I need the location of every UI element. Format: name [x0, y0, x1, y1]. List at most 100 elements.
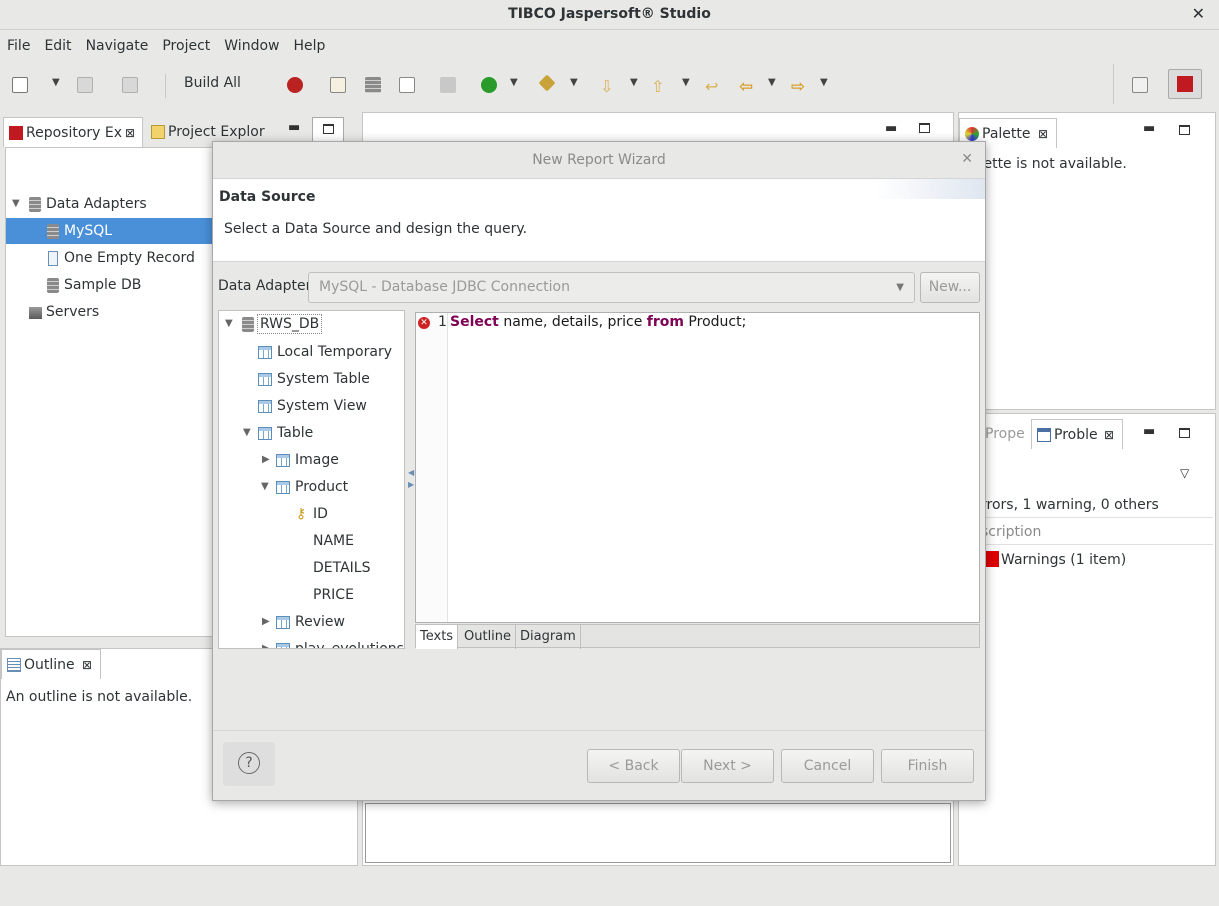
help-button[interactable]: ?: [223, 742, 275, 786]
new-adapter-button[interactable]: New...: [920, 272, 980, 303]
header-banner-graphic: [875, 179, 985, 199]
jaspersoft-icon: [1177, 76, 1193, 92]
problems-panel: Prope Proble ⊠ ▬ ▽ rrors, 1 warning, 0 o…: [958, 413, 1216, 866]
status-bar: [0, 868, 1219, 906]
run-dropdown-icon[interactable]: ▼: [510, 77, 518, 88]
sql-query-line[interactable]: Select name, details, price from Product…: [450, 314, 746, 330]
window-close-button[interactable]: ✕: [1192, 4, 1205, 23]
save-icon[interactable]: [77, 77, 93, 93]
dialog-close-icon[interactable]: ✕: [961, 151, 973, 167]
forward-dropdown-icon[interactable]: ▼: [820, 77, 828, 88]
menu-navigate[interactable]: Navigate: [79, 33, 156, 59]
forward-arrow-icon[interactable]: ⇨: [791, 77, 807, 97]
table-icon: [258, 346, 272, 359]
run-icon[interactable]: [481, 77, 497, 93]
minimize-icon[interactable]: ▬: [1143, 121, 1155, 136]
back-arrow-icon[interactable]: ⇦: [739, 77, 755, 97]
expand-toggle-icon[interactable]: ▶: [262, 447, 270, 473]
tab-texts[interactable]: Texts: [416, 625, 459, 649]
expand-toggle-icon[interactable]: ▼: [12, 191, 20, 217]
report-perspective-button[interactable]: [1168, 69, 1202, 99]
menu-window[interactable]: Window: [217, 33, 286, 59]
save-all-icon[interactable]: [122, 77, 138, 93]
line-number-gutter: ✕ 1: [416, 313, 448, 622]
chevron-down-icon: ▼: [896, 282, 904, 293]
outline-icon: [7, 658, 21, 672]
expand-toggle-icon[interactable]: ▶: [262, 609, 270, 635]
help-icon: ?: [238, 752, 260, 774]
menu-file[interactable]: File: [0, 33, 37, 59]
new-adapter-icon[interactable]: [365, 77, 381, 93]
expand-toggle-icon[interactable]: ▼: [261, 474, 269, 500]
open-perspective-icon[interactable]: [1132, 77, 1148, 93]
problems-summary: rrors, 1 warning, 0 others: [981, 497, 1159, 513]
description-column-header[interactable]: scription: [981, 517, 1213, 545]
tab-outline[interactable]: Outline ⊠: [1, 649, 101, 679]
menu-project[interactable]: Project: [155, 33, 217, 59]
window-title: TIBCO Jaspersoft® Studio: [0, 0, 1219, 30]
page-heading: Data Source: [219, 189, 316, 205]
palette-icon: [965, 127, 979, 141]
editor-tab-bar: Texts Outline Diagram: [415, 624, 980, 649]
error-icon[interactable]: ✕: [418, 317, 430, 329]
server-icon: [29, 307, 42, 319]
maximize-button[interactable]: [312, 117, 344, 143]
new-report-icon[interactable]: [330, 77, 346, 93]
close-tab-icon[interactable]: ⊠: [125, 118, 135, 147]
previous-annotation-icon[interactable]: ⇧: [651, 77, 667, 96]
sash-arrows-icon[interactable]: ◀ ▶: [408, 467, 414, 491]
cancel-button[interactable]: Cancel: [781, 749, 874, 783]
tools-dropdown-icon[interactable]: ▼: [570, 77, 578, 88]
minimize-icon[interactable]: ▬: [288, 120, 300, 135]
close-tab-icon[interactable]: ⊠: [1104, 420, 1114, 449]
warning-marker-icon: [985, 551, 999, 567]
new-file-icon[interactable]: [12, 77, 28, 93]
publish-icon[interactable]: [440, 77, 456, 93]
expand-toggle-icon[interactable]: ▼: [225, 311, 233, 337]
close-tab-icon[interactable]: ⊠: [1038, 119, 1048, 148]
data-adapter-select[interactable]: MySQL - Database JDBC Connection ▼: [308, 272, 915, 303]
view-menu-chevron-down-icon[interactable]: ▽: [1180, 466, 1189, 480]
previous-annotation-dropdown-icon[interactable]: ▼: [682, 77, 690, 88]
menu-edit[interactable]: Edit: [37, 33, 78, 59]
database-icon: [242, 317, 254, 332]
folder-icon: [151, 125, 165, 139]
dialog-header: Data Source Select a Data Source and des…: [213, 178, 985, 262]
editor-lower-frame: [365, 803, 951, 863]
empty-record-icon: [48, 251, 58, 266]
last-edit-icon[interactable]: ↩: [705, 77, 721, 96]
next-annotation-dropdown-icon[interactable]: ▼: [630, 77, 638, 88]
next-annotation-icon[interactable]: ⇩: [600, 77, 616, 96]
finish-button[interactable]: Finish: [881, 749, 974, 783]
query-editor[interactable]: ✕ 1 Select name, details, price from Pro…: [415, 312, 980, 623]
tab-outline-view[interactable]: Outline: [460, 625, 517, 649]
new-dropdown-icon[interactable]: ▼: [52, 77, 60, 88]
expand-toggle-icon[interactable]: ▶: [262, 636, 270, 648]
maximize-icon[interactable]: [919, 123, 930, 133]
database-icon: [29, 197, 41, 212]
maximize-icon[interactable]: [1179, 428, 1190, 438]
table-icon: [276, 643, 290, 648]
footer-divider: [213, 730, 985, 731]
database-icon: [47, 224, 59, 239]
build-all-button[interactable]: Build All: [184, 75, 241, 91]
tab-repository-explorer[interactable]: Repository Ex ⊠: [3, 117, 143, 147]
debug-icon[interactable]: [287, 77, 303, 93]
back-dropdown-icon[interactable]: ▼: [768, 77, 776, 88]
close-tab-icon[interactable]: ⊠: [82, 650, 92, 679]
key-icon: ⚷: [296, 506, 307, 522]
tab-label: Project Explor: [168, 124, 265, 140]
expand-toggle-icon[interactable]: ▼: [243, 420, 251, 446]
tab-diagram[interactable]: Diagram: [516, 625, 581, 649]
minimize-icon[interactable]: ▬: [1143, 424, 1155, 439]
menu-help[interactable]: Help: [286, 33, 332, 59]
edit-icon[interactable]: [399, 77, 415, 93]
minimize-icon[interactable]: ▬: [885, 121, 897, 136]
tools-icon[interactable]: [538, 74, 556, 92]
back-button[interactable]: < Back: [587, 749, 680, 783]
table-icon: [276, 454, 290, 467]
menu-bar: File Edit Navigate Project Window Help: [0, 33, 332, 59]
tab-problems[interactable]: Proble ⊠: [1031, 419, 1123, 449]
maximize-icon[interactable]: [1179, 125, 1190, 135]
next-button[interactable]: Next >: [681, 749, 774, 783]
